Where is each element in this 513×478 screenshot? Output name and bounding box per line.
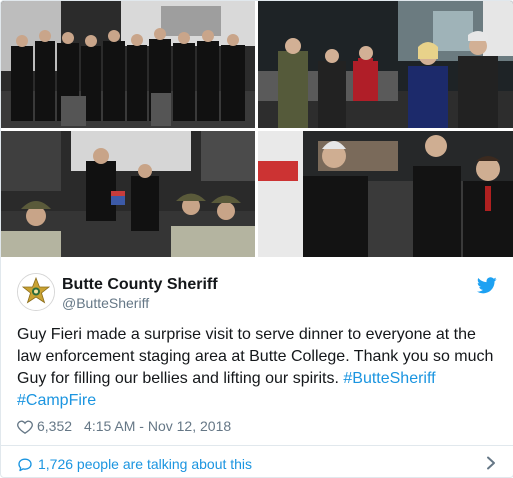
tweet-header: Butte County Sheriff @ButteSheriff [17, 271, 497, 315]
hashtag-butte-sheriff[interactable]: #ButteSheriff [343, 370, 435, 387]
photo-officers-group-image [1, 1, 255, 128]
photo-guy-fieri-officials-image [258, 131, 513, 257]
tweet-card: Butte County Sheriff @ButteSheriff Guy F… [0, 0, 513, 478]
like-count[interactable]: 6,352 [37, 418, 72, 434]
twitter-bird-icon[interactable] [477, 277, 497, 294]
divider [1, 445, 513, 446]
photo-serving-dinner[interactable] [258, 1, 513, 128]
tweet-text: Guy Fieri made a surprise visit to serve… [17, 324, 501, 412]
photo-officers-group[interactable] [1, 1, 255, 128]
tweet-meta: 6,352 4:15 AM - Nov 12, 2018 [17, 416, 231, 436]
chevron-right-icon[interactable] [485, 456, 497, 470]
sheriff-star-badge-icon [18, 274, 54, 310]
conversation-text[interactable]: 1,726 people are talking about this [38, 456, 252, 472]
hashtag-camp-fire[interactable]: #CampFire [17, 392, 96, 409]
photo-serving-dinner-image [258, 1, 513, 128]
conversation-link[interactable]: 1,726 people are talking about this [17, 454, 497, 474]
author-handle[interactable]: @ButteSheriff [62, 295, 149, 311]
speech-bubble-icon [18, 458, 32, 471]
photo-officers-eating-image [1, 131, 255, 257]
heart-icon[interactable] [17, 419, 33, 434]
avatar[interactable] [17, 273, 55, 311]
photo-guy-fieri-officials[interactable] [258, 131, 513, 257]
photo-grid [1, 1, 513, 257]
author-name[interactable]: Butte County Sheriff [62, 276, 218, 294]
tweet-timestamp[interactable]: 4:15 AM - Nov 12, 2018 [84, 418, 231, 434]
photo-officers-eating[interactable] [1, 131, 255, 257]
